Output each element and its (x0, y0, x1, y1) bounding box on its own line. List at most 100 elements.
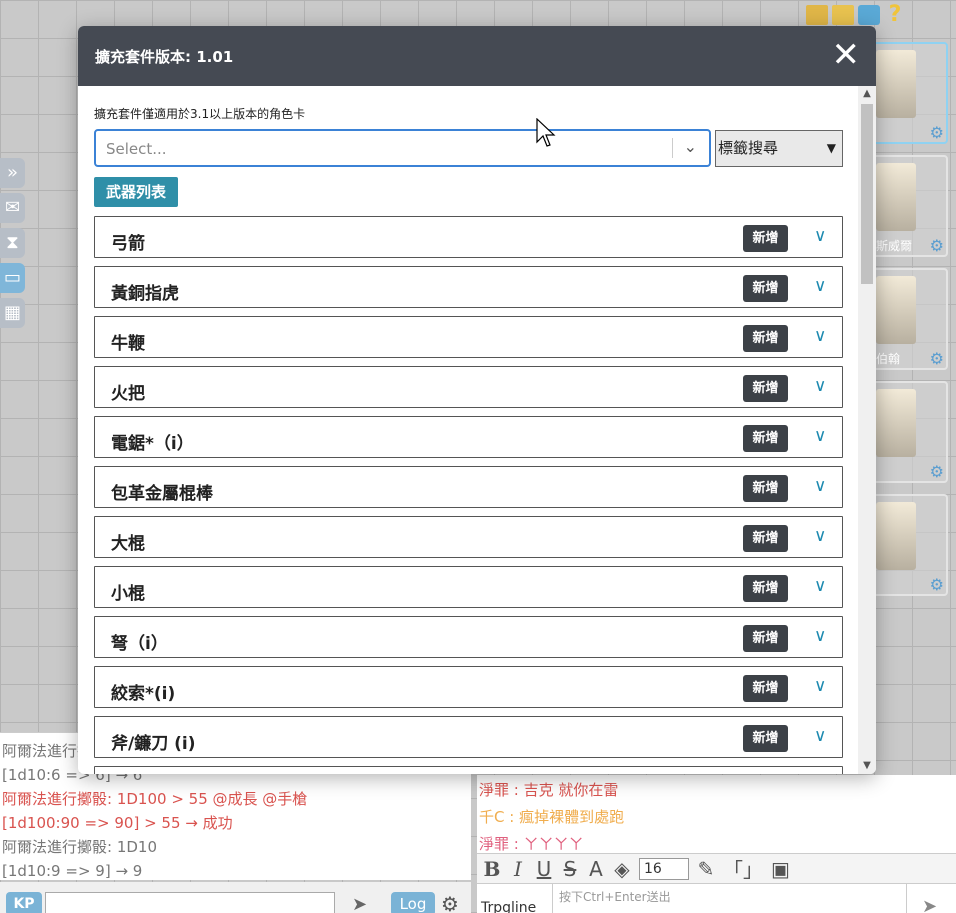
gear-icon[interactable]: ⚙ (930, 123, 944, 142)
chevron-down-icon[interactable]: ∨ (814, 476, 826, 496)
chevron-down-icon: ▼ (826, 141, 836, 155)
add-button[interactable]: 新增 (743, 275, 788, 302)
chat-bubble-icon[interactable] (858, 5, 880, 25)
list-item[interactable] (94, 766, 843, 774)
add-button[interactable]: 新增 (743, 675, 788, 702)
folder-tab-icon[interactable]: ▭ (0, 263, 25, 293)
tag-search-select[interactable]: 標籤搜尋 ▼ (715, 130, 843, 167)
add-button[interactable]: 新增 (743, 725, 788, 752)
left-toolbar: » ✉ ⧗ ▭ ▦ (0, 158, 25, 333)
weapon-name: 斧/鐮刀 (i) (111, 734, 196, 754)
chevron-down-icon[interactable]: ∨ (814, 676, 826, 696)
add-button[interactable]: 新增 (743, 475, 788, 502)
log-button[interactable]: Log (391, 892, 435, 913)
chevron-down-icon[interactable]: ∨ (814, 526, 826, 546)
list-item[interactable]: 斧/鐮刀 (i) 新增 ∨ (94, 716, 843, 758)
add-button[interactable]: 新增 (743, 325, 788, 352)
folder-icon[interactable] (832, 5, 854, 25)
chevron-down-icon[interactable]: ⌄ (684, 137, 697, 156)
character-card[interactable]: ⚙ (868, 494, 948, 596)
help-icon[interactable]: ? (884, 4, 906, 26)
weapon-name: 大棍 (111, 534, 145, 554)
image-icon[interactable]: ▣ (771, 857, 790, 881)
scrollbar[interactable]: ▲ ▼ (858, 86, 876, 774)
scroll-thumb[interactable] (861, 104, 873, 284)
puzzle-icon[interactable] (806, 5, 828, 25)
chevron-down-icon[interactable]: ∨ (814, 626, 826, 646)
character-card[interactable]: 斯威爾 ⚙ (868, 155, 948, 257)
add-button[interactable]: 新增 (743, 525, 788, 552)
send-icon[interactable]: ➤ (922, 896, 937, 913)
chat-input-bar-right: Trpgline 按下Ctrl+Enter送出 ➤ (477, 883, 956, 913)
select-separator (672, 138, 673, 158)
add-button[interactable]: 新增 (743, 225, 788, 252)
avatar (876, 50, 916, 118)
chat-message: 淨罪 : ㄚㄚㄚㄚ (479, 835, 584, 853)
chevron-down-icon[interactable]: ∨ (814, 226, 826, 246)
extension-modal: 擴充套件版本: 1.01 ✕ 擴充套件僅適用於3.1以上版本的角色卡 Selec… (78, 26, 876, 774)
mode-label[interactable]: Trpgline (481, 900, 536, 913)
strikethrough-icon[interactable]: S (561, 857, 579, 881)
scroll-down-icon[interactable]: ▼ (858, 758, 876, 774)
gear-icon[interactable]: ⚙ (930, 462, 944, 481)
gear-icon[interactable]: ⚙ (441, 892, 459, 913)
scroll-up-icon[interactable]: ▲ (858, 86, 876, 102)
add-button[interactable]: 新增 (743, 625, 788, 652)
grid-icon[interactable]: ▦ (0, 298, 25, 328)
add-button[interactable]: 新增 (743, 375, 788, 402)
hourglass-icon[interactable]: ⧗ (0, 228, 25, 258)
paint-bucket-icon[interactable]: ◈ (613, 857, 631, 881)
brush-icon[interactable]: ✎ (697, 857, 715, 881)
list-item[interactable]: 火把 新增 ∨ (94, 366, 843, 408)
expand-icon[interactable]: » (0, 158, 25, 188)
character-card[interactable]: ⚙ (868, 42, 948, 144)
message-input[interactable]: 按下Ctrl+Enter送出 (552, 884, 907, 913)
list-item[interactable]: 牛鞭 新增 ∨ (94, 316, 843, 358)
chevron-down-icon[interactable]: ∨ (814, 576, 826, 596)
character-card[interactable]: ⚙ (868, 381, 948, 483)
quote-icon[interactable]: 「」 (723, 854, 763, 883)
chevron-down-icon[interactable]: ∨ (814, 376, 826, 396)
chat-message: 淨罪 : 吉克 就你在雷 (479, 781, 619, 799)
chat-message: 阿爾法進行擲骰: 1D100 > 55 @成長 @手槍 (2, 790, 308, 808)
gear-icon[interactable]: ⚙ (930, 575, 944, 594)
list-item[interactable]: 大棍 新增 ∨ (94, 516, 843, 558)
add-button[interactable]: 新增 (743, 575, 788, 602)
weapon-select[interactable]: Select... ⌄ (94, 129, 711, 167)
chat-message: [1d100:90 => 90] > 55 → 成功 (2, 814, 233, 832)
chevron-down-icon[interactable]: ∨ (814, 426, 826, 446)
list-item[interactable]: 包革金屬棍棒 新增 ∨ (94, 466, 843, 508)
underline-icon[interactable]: U (535, 857, 553, 881)
list-item[interactable]: 黃銅指虎 新增 ∨ (94, 266, 843, 308)
add-button[interactable]: 新增 (743, 425, 788, 452)
character-card[interactable]: 伯翰 ⚙ (868, 268, 948, 370)
list-item[interactable]: 弓箭 新增 ∨ (94, 216, 843, 258)
version-notice: 擴充套件僅適用於3.1以上版本的角色卡 (94, 107, 306, 121)
envelope-icon[interactable]: ✉ (0, 193, 25, 223)
chevron-down-icon[interactable]: ∨ (814, 326, 826, 346)
list-item[interactable]: 弩（i） 新增 ∨ (94, 616, 843, 658)
list-item[interactable]: 絞索*(i) 新增 ∨ (94, 666, 843, 708)
chat-input-bar-left: KP ➤ Log ⚙ (0, 882, 471, 913)
chevron-down-icon[interactable]: ∨ (814, 726, 826, 746)
top-toolbar: ? (806, 4, 906, 26)
font-size-input[interactable]: 16 (639, 857, 689, 880)
send-icon[interactable]: ➤ (352, 894, 367, 913)
kp-badge[interactable]: KP (6, 892, 42, 913)
select-placeholder: Select... (106, 140, 167, 158)
gear-icon[interactable]: ⚙ (930, 349, 944, 368)
font-color-icon[interactable]: A (587, 857, 605, 881)
weapon-list-tag[interactable]: 武器列表 (94, 177, 178, 207)
close-icon[interactable]: ✕ (832, 38, 861, 72)
italic-icon[interactable]: I (509, 857, 527, 881)
weapon-list: 弓箭 新增 ∨ 黃銅指虎 新增 ∨ 牛鞭 新增 ∨ 火把 新增 ∨ 電鋸*（i） (94, 216, 843, 774)
bold-icon[interactable]: B (483, 857, 501, 881)
chat-input[interactable] (45, 892, 335, 913)
list-item[interactable]: 小棍 新增 ∨ (94, 566, 843, 608)
list-item[interactable]: 電鋸*（i） 新增 ∨ (94, 416, 843, 458)
weapon-name: 弩（i） (111, 634, 168, 654)
character-name: 伯翰 (876, 352, 901, 366)
gear-icon[interactable]: ⚙ (930, 236, 944, 255)
chevron-down-icon[interactable]: ∨ (814, 276, 826, 296)
chat-log-right[interactable]: 淨罪 : 吉克 就你在雷 千C : 瘋掉裸體到處跑 淨罪 : ㄚㄚㄚㄚ (477, 775, 956, 855)
